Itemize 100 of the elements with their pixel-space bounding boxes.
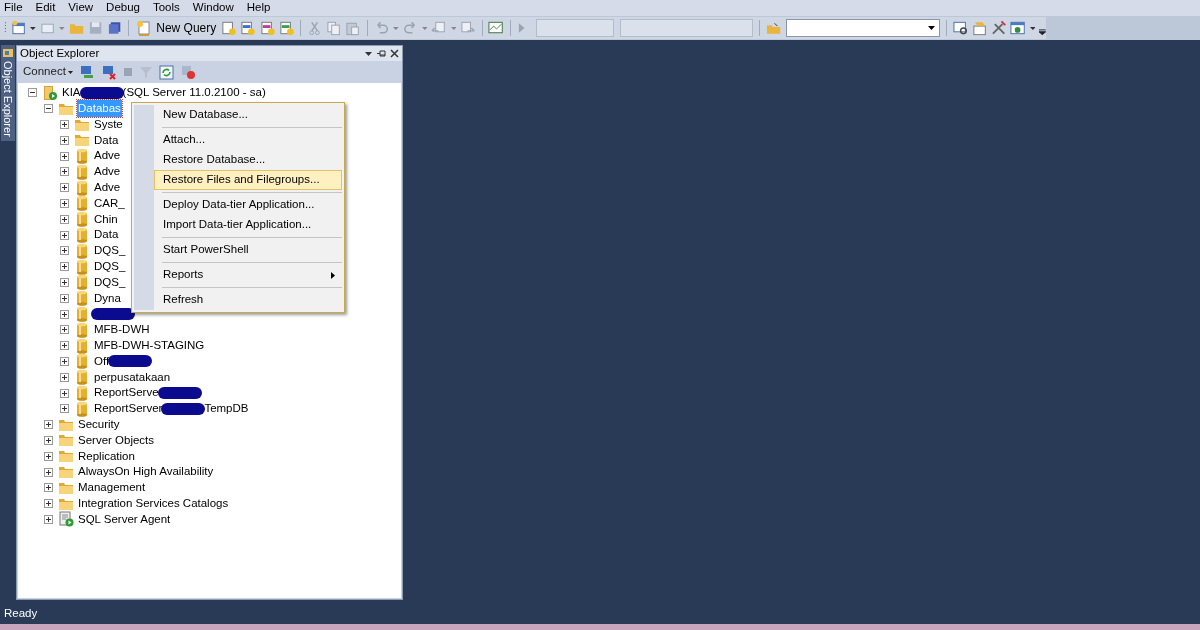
new-query-button[interactable]: New Query — [135, 19, 218, 37]
expand-button[interactable] — [60, 341, 69, 351]
menu-item[interactable]: Debug — [106, 0, 140, 17]
close-icon[interactable] — [390, 49, 399, 58]
menu-item[interactable]: Help — [246, 0, 271, 17]
menu-item[interactable]: View — [68, 0, 94, 17]
expand-button[interactable] — [60, 198, 69, 208]
activity-monitor-icon[interactable] — [488, 20, 504, 36]
menu-item[interactable]: File — [4, 0, 23, 17]
expand-button[interactable] — [44, 483, 53, 493]
database-icon — [74, 274, 90, 291]
menu-item[interactable]: Restore Files and Filegroups... — [154, 170, 342, 190]
browser-icon[interactable] — [1010, 20, 1026, 36]
database-icon — [74, 369, 90, 386]
expand-button[interactable] — [44, 420, 53, 430]
expand-button[interactable] — [60, 388, 69, 398]
activity-monitor-icon[interactable] — [179, 64, 196, 80]
database-icon — [74, 195, 90, 212]
database-query-icon[interactable] — [221, 20, 237, 36]
expand-button[interactable] — [44, 499, 53, 509]
connect-server-icon[interactable] — [78, 64, 95, 80]
tree-item[interactable]: Server Objects — [77, 431, 156, 450]
menu-item[interactable]: Tools — [152, 0, 180, 17]
expand-button[interactable] — [60, 325, 69, 335]
expand-button[interactable] — [60, 151, 69, 161]
save-all-icon[interactable] — [107, 20, 123, 36]
database-icon — [74, 163, 90, 180]
pin-icon[interactable] — [376, 49, 387, 58]
expand-button[interactable] — [60, 293, 69, 303]
database-icon — [74, 227, 90, 244]
tree-item[interactable]: DQS_ — [93, 242, 127, 260]
tree-item[interactable]: Adve — [93, 179, 122, 197]
mdx-query-icon[interactable] — [240, 20, 256, 36]
tree-item[interactable]: Dyna — [93, 289, 122, 307]
expand-button[interactable] — [60, 183, 69, 193]
menu-item[interactable]: Import Data-tier Application... — [154, 215, 342, 235]
folder-icon — [74, 132, 90, 149]
tree-item[interactable]: perpusatakaan — [93, 368, 172, 386]
tree-item[interactable]: Adve — [93, 147, 122, 165]
object-explorer-side-tab[interactable]: Object Explorer — [1, 45, 15, 141]
menu-item[interactable]: Window — [192, 0, 234, 17]
menu-item[interactable]: Attach... — [154, 130, 342, 150]
tree-item[interactable]: Syste — [93, 115, 124, 134]
menu-item[interactable]: Restore Database... — [154, 150, 342, 170]
expand-button[interactable] — [60, 277, 69, 287]
expand-button[interactable] — [60, 135, 69, 145]
expand-button[interactable] — [60, 262, 69, 272]
tree-item[interactable]: MFB-DWH — [93, 321, 151, 339]
disconnect-icon[interactable] — [100, 64, 117, 80]
tree-item[interactable]: Replication — [77, 447, 136, 465]
expand-button[interactable] — [60, 309, 69, 319]
menu-item[interactable]: Refresh — [154, 290, 342, 310]
expand-button[interactable] — [60, 120, 69, 129]
expand-button[interactable] — [60, 230, 69, 240]
collapse-button[interactable] — [28, 88, 37, 98]
tree-item[interactable]: ReportServer — [93, 400, 164, 418]
tree-item[interactable]: KIA — [61, 84, 82, 102]
tree-item[interactable]: CAR_ — [93, 194, 126, 213]
tree-item[interactable]: ReportServe — [93, 384, 160, 402]
expand-button[interactable] — [44, 435, 53, 445]
tools-icon[interactable] — [991, 20, 1007, 36]
tree-item[interactable]: Integration Services Catalogs — [77, 495, 230, 513]
tree-item[interactable]: DQS_ — [93, 258, 127, 276]
expand-button[interactable] — [60, 372, 69, 382]
menu-item[interactable]: Start PowerShell — [154, 240, 342, 260]
tree-item[interactable]: DQS_ — [93, 273, 127, 292]
menu-item[interactable]: Deploy Data-tier Application... — [154, 195, 342, 215]
tree-item[interactable]: Data — [93, 226, 120, 244]
connect-button[interactable]: Connect — [23, 63, 73, 81]
database-icon — [74, 148, 90, 165]
refresh-icon[interactable] — [158, 64, 174, 80]
collapse-button[interactable] — [44, 104, 53, 114]
expand-button[interactable] — [60, 404, 69, 414]
database-icon — [74, 242, 90, 259]
tree-item[interactable]: Security — [77, 416, 121, 434]
expand-button[interactable] — [60, 246, 69, 256]
tree-item[interactable]: AlwaysOn High Availability — [77, 463, 215, 481]
tree-item[interactable]: Adve — [93, 163, 122, 181]
new-project-icon[interactable] — [10, 20, 27, 36]
xmla-query-icon[interactable] — [278, 20, 295, 36]
tree-item[interactable]: Management — [77, 479, 147, 497]
menu-item[interactable]: New Database... — [154, 105, 342, 125]
expand-button[interactable] — [44, 514, 53, 524]
expand-button[interactable] — [44, 451, 53, 461]
menu-item[interactable]: Edit — [35, 0, 56, 17]
expand-button[interactable] — [44, 467, 53, 477]
registered-servers-icon[interactable] — [952, 20, 968, 36]
tree-item-text: TempDB — [204, 401, 249, 417]
tree-item[interactable]: Data — [93, 131, 120, 149]
expand-button[interactable] — [60, 167, 69, 177]
dmx-query-icon[interactable] — [259, 20, 275, 36]
menu-item[interactable]: Reports — [154, 265, 342, 285]
tree-item[interactable]: SQL Server Agent — [77, 510, 172, 529]
dropdown-icon[interactable] — [364, 49, 373, 58]
dropdown-field[interactable] — [785, 19, 940, 37]
expand-button[interactable] — [60, 214, 69, 224]
expand-button[interactable] — [60, 356, 69, 366]
database-icon — [74, 400, 90, 417]
tree-item[interactable]: MFB-DWH-STAGING — [93, 337, 206, 355]
tree-item[interactable]: Chin — [93, 210, 119, 228]
